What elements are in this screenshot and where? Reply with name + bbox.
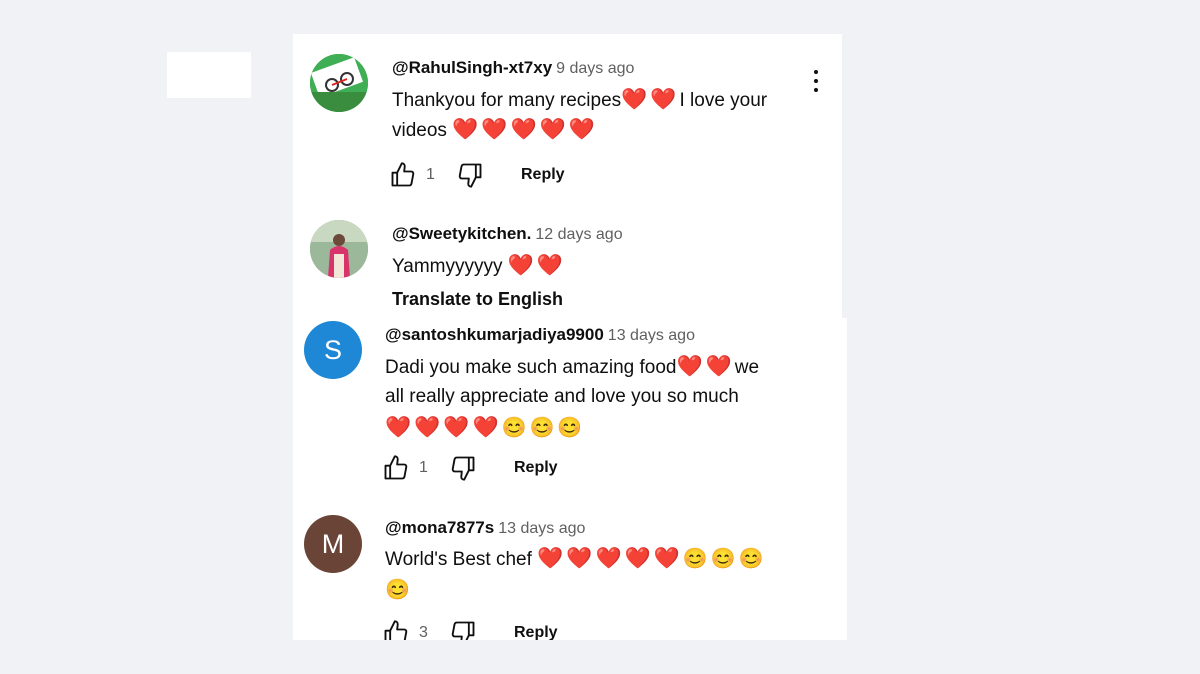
timestamp[interactable]: 13 days ago (498, 520, 585, 537)
comment-line-tail: I love your (679, 90, 768, 111)
avatar-image (310, 54, 368, 112)
comment-text: Thankyou for many recipes❤️❤️I love your… (392, 85, 812, 145)
heart-emoji: ❤️❤️❤️❤️ (385, 416, 502, 439)
comment-header: @mona7877s 13 days ago (385, 518, 585, 538)
comment-header: @santoshkumarjadiya9900 13 days ago (385, 325, 695, 345)
author-name[interactable]: @santoshkumarjadiya9900 (385, 325, 604, 344)
author-name[interactable]: @Sweetykitchen. (392, 224, 531, 243)
comment-actions: 3 Reply (382, 618, 558, 640)
comment-santosh: S @santoshkumarjadiya9900 13 days ago Dad… (293, 318, 847, 498)
smiley-emoji: 😊 (385, 579, 413, 601)
comment-sweety: @Sweetykitchen. 12 days ago Yammyyyyyy ❤️… (293, 204, 842, 318)
comment-rahul: @RahulSingh-xt7xy 9 days ago Thankyou for… (293, 34, 842, 204)
timestamp[interactable]: 12 days ago (535, 226, 622, 243)
heart-emoji: ❤️❤️❤️❤️❤️ (537, 547, 683, 570)
comment-line: videos (392, 120, 447, 141)
like-count: 1 (426, 166, 435, 183)
heart-emoji: ❤️❤️ (676, 355, 735, 378)
heart-emoji: ❤️❤️ (507, 254, 567, 277)
avatar[interactable]: M (304, 515, 362, 573)
comment-text: Yammyyyyyy ❤️❤️ (392, 251, 566, 281)
dislike-icon[interactable] (456, 161, 484, 189)
timestamp[interactable]: 9 days ago (556, 60, 634, 77)
timestamp[interactable]: 13 days ago (608, 327, 695, 344)
reply-button[interactable]: Reply (521, 166, 565, 184)
smiley-emoji: 😊😊😊 (682, 548, 767, 570)
reply-button[interactable]: Reply (514, 624, 558, 640)
avatar[interactable] (310, 220, 368, 278)
avatar-image (310, 220, 368, 278)
avatar-letter: M (321, 528, 345, 559)
comment-mona: M @mona7877s 13 days ago World's Best che… (293, 508, 847, 640)
comment-text: World's Best chef ❤️❤️❤️❤️❤️😊😊😊 😊 (385, 544, 805, 605)
more-vert-icon[interactable] (812, 70, 820, 94)
avatar[interactable] (310, 54, 368, 112)
comment-header: @RahulSingh-xt7xy 9 days ago (392, 58, 634, 78)
comment-line: Thankyou for many recipes (392, 90, 622, 111)
comment-line-tail: we (734, 357, 760, 378)
avatar-letter: S (323, 334, 342, 365)
comments-panel-top: @RahulSingh-xt7xy 9 days ago Thankyou for… (293, 34, 842, 318)
heart-emoji: ❤️❤️❤️❤️❤️ (452, 118, 598, 141)
comment-actions: 1 Reply (382, 453, 558, 483)
like-icon[interactable] (389, 161, 417, 189)
comment-line: World's Best chef (385, 549, 532, 570)
author-name[interactable]: @RahulSingh-xt7xy (392, 58, 552, 77)
heart-emoji: ❤️❤️ (621, 88, 680, 111)
comment-line: all really appreciate and love you so mu… (385, 386, 739, 407)
comment-line: Yammyyyyyy (392, 256, 503, 277)
dislike-icon[interactable] (449, 619, 477, 640)
blank-placeholder (167, 52, 251, 98)
like-icon[interactable] (382, 454, 410, 482)
avatar[interactable]: S (304, 321, 362, 379)
comment-text: Dadi you make such amazing food❤️❤️we al… (385, 352, 805, 443)
like-icon[interactable] (382, 619, 410, 640)
like-count: 3 (419, 624, 428, 640)
comments-panel-bottom: S @santoshkumarjadiya9900 13 days ago Dad… (293, 318, 847, 640)
smiley-emoji: 😊😊😊 (501, 417, 586, 439)
translate-link[interactable]: Translate to English (392, 289, 563, 310)
author-name[interactable]: @mona7877s (385, 518, 494, 537)
comment-header: @Sweetykitchen. 12 days ago (392, 224, 623, 244)
dislike-icon[interactable] (449, 454, 477, 482)
comment-line: Dadi you make such amazing food (385, 357, 677, 378)
comment-actions: 1 Reply (389, 160, 565, 190)
reply-button[interactable]: Reply (514, 459, 558, 477)
like-count: 1 (419, 459, 428, 476)
